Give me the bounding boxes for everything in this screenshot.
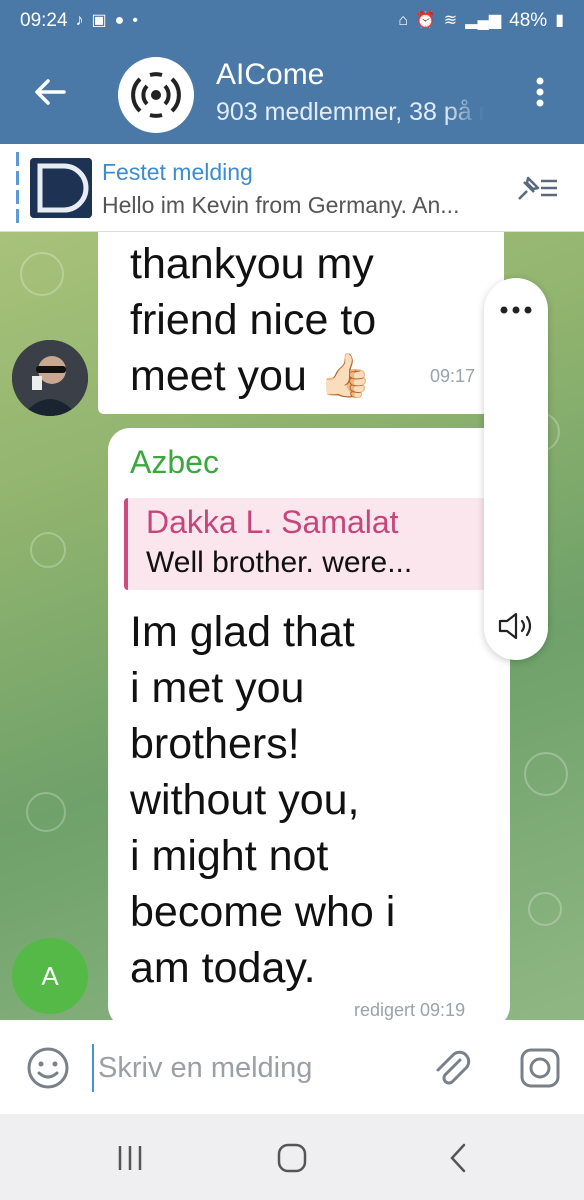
battery-text: 48% [509,10,548,31]
chat-area[interactable]: thankyou my friend nice to meet you 👍🏻 0… [0,232,584,1020]
signal-icon: ▂▄▆ [465,12,502,29]
camera-button[interactable] [516,1044,564,1092]
arrow-left-icon [35,79,66,105]
pinned-indicator [16,152,19,224]
paperclip-icon [436,1050,471,1085]
tiktok-icon: ♪ [75,12,84,29]
pinned-thumbnail [30,158,92,218]
message-line: become who i [130,888,396,936]
speaker-icon [498,612,532,640]
sender-avatar[interactable] [12,340,88,416]
recent-apps-button[interactable] [100,1136,160,1180]
more-options-button[interactable] [496,290,536,330]
message-input[interactable] [92,1044,412,1092]
wallpaper-doodle [30,532,66,568]
message-bubble[interactable]: Azbec Dakka L. Samalat Well brother. wer… [108,428,510,1020]
pinned-message[interactable]: Festet melding Hello im Kevin from Germa… [0,144,584,232]
camera-icon [520,1048,560,1088]
message-line: meet you 👍🏻 [130,352,373,400]
alarm-icon: ⏰ [415,12,436,29]
wallpaper-doodle [528,892,562,926]
wallpaper-doodle [524,752,568,796]
reply-text: Well brother. were... [146,546,413,579]
wallpaper-doodle [26,792,66,832]
message-line: i might not [130,832,329,880]
back-nav-button[interactable] [428,1136,488,1180]
message-line: Im glad that [130,608,355,656]
message-line: without you, [130,776,360,824]
message-line: thankyou my [130,240,374,288]
chat-subtitle: 903 medlemmer, 38 på n [216,98,484,126]
dot-icon: • [132,12,138,29]
status-time: 09:24 [20,10,68,31]
emoji-button[interactable] [24,1044,72,1092]
lock-icon: ⌂ [398,12,408,29]
reply-sender-name: Dakka L. Samalat [146,504,399,540]
user-avatar[interactable]: A [12,938,88,1014]
message-time: 09:17 [430,366,476,386]
wallpaper-doodle [20,252,64,296]
message-time: redigert 09:19 [354,1000,466,1020]
unpin-button[interactable] [512,166,562,210]
system-nav-bar [0,1114,584,1200]
recent-apps-icon [118,1146,142,1170]
message-line: i met you [130,664,305,712]
pinned-title: Festet melding [102,159,253,185]
group-avatar[interactable] [118,57,194,133]
unpin-list-icon [518,176,557,200]
gallery-icon: ▣ [91,12,107,29]
pinned-text: Hello im Kevin from Germany. An... [102,192,460,218]
messages-icon: ● [114,12,125,29]
back-button[interactable] [20,70,80,114]
floating-action-panel [484,278,548,660]
signal-waves-icon [131,72,181,118]
attach-button[interactable] [428,1044,476,1092]
sound-button[interactable] [496,606,536,646]
message-bubble[interactable]: thankyou my friend nice to meet you 👍🏻 0… [98,232,504,414]
smiley-icon [27,1047,69,1089]
sender-name[interactable]: Azbec [130,444,219,481]
more-horizontal-icon [500,306,532,314]
message-input-bar [0,1020,584,1114]
status-bar: 09:24 ♪ ▣ ● • ⌂ ⏰ ≋ ▂▄▆ 48% ▮ [0,0,584,42]
home-icon [277,1143,307,1173]
chat-title[interactable]: AICome [216,58,324,92]
reply-preview[interactable]: Dakka L. Samalat Well brother. were... [124,498,486,590]
chevron-left-icon [450,1143,466,1173]
more-vertical-icon [536,77,544,107]
menu-button[interactable] [520,70,560,114]
chat-header: AICome 903 medlemmer, 38 på n [0,42,584,144]
home-button[interactable] [262,1136,322,1180]
message-line: am today. [130,944,316,992]
battery-icon: ▮ [555,12,564,29]
message-line: friend nice to [130,296,377,344]
wifi-icon: ≋ [443,12,458,29]
message-line: brothers! [130,720,300,768]
